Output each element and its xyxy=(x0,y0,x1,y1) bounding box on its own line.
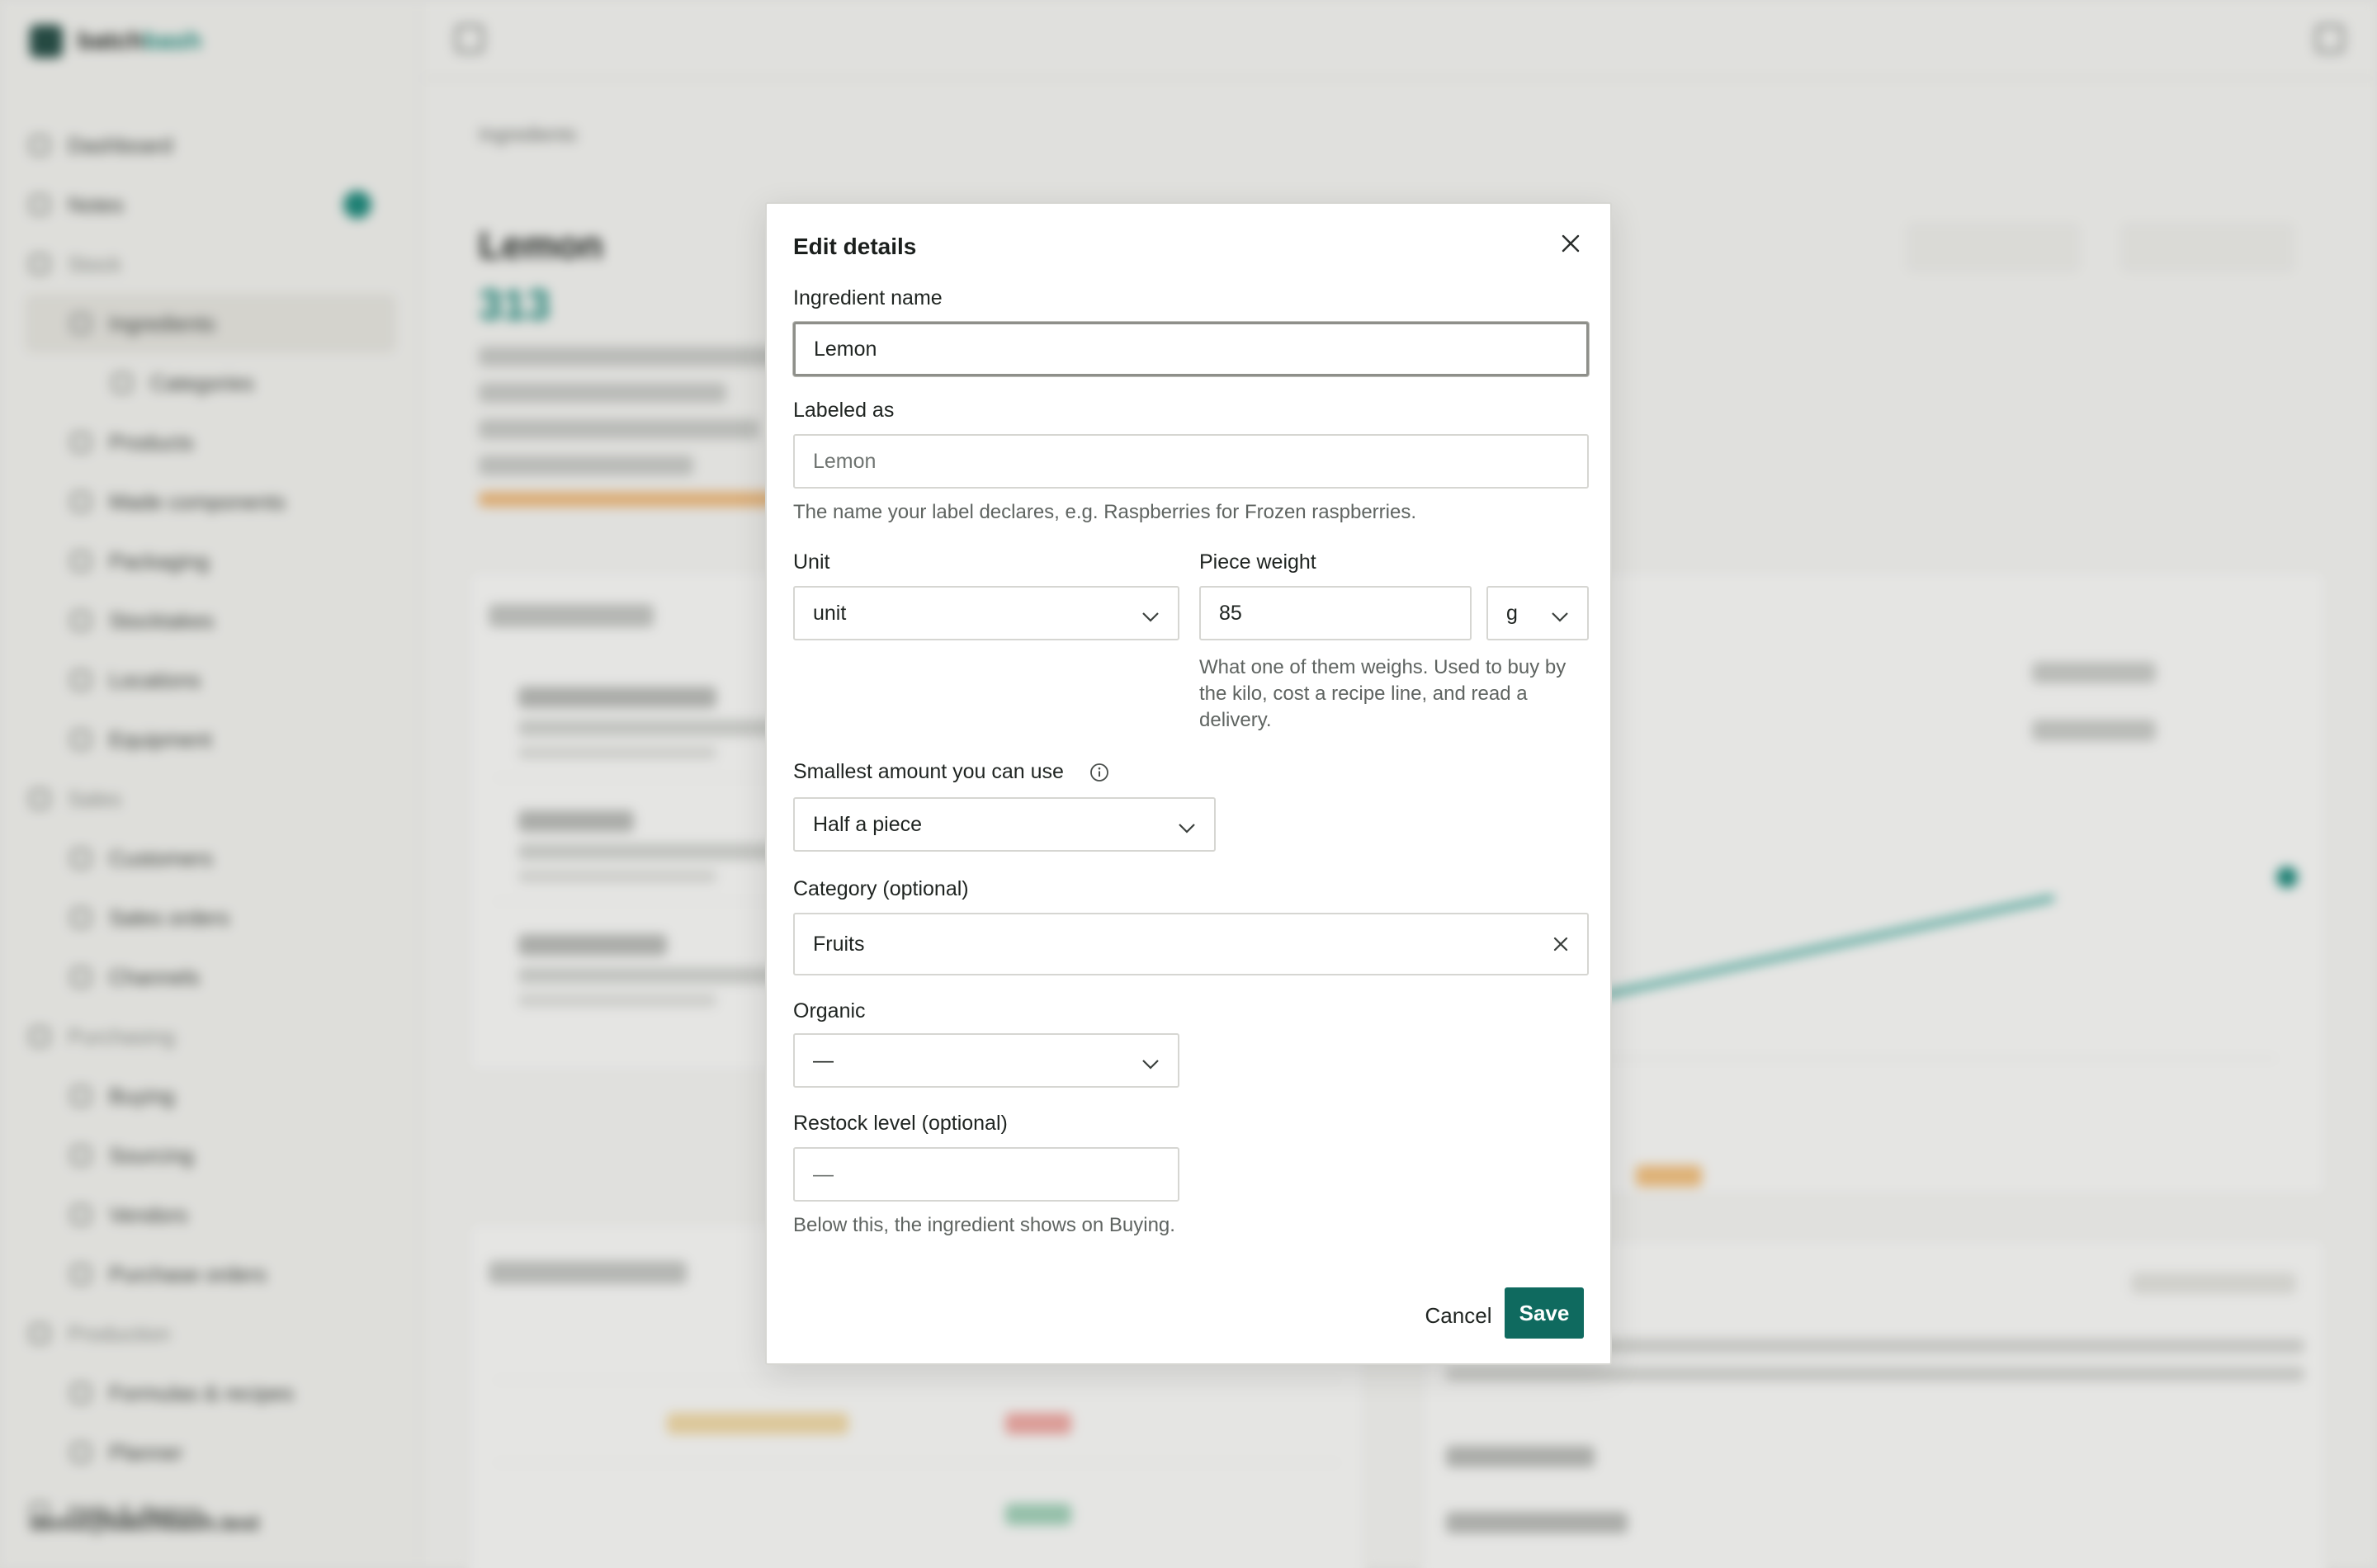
smallest-amount-select[interactable]: Half a piece xyxy=(793,797,1216,852)
labeled-as-placeholder: Lemon xyxy=(813,449,877,473)
chevron-down-icon xyxy=(1178,816,1196,840)
edit-details-dialog: Edit details Ingredient name Lemon Label… xyxy=(765,202,1612,1365)
ingredient-name-input[interactable]: Lemon xyxy=(793,322,1589,376)
info-icon[interactable] xyxy=(1089,763,1109,786)
chevron-down-icon xyxy=(1141,1052,1160,1076)
category-label: Category (optional) xyxy=(793,877,969,900)
cancel-button[interactable]: Cancel xyxy=(1396,1290,1520,1341)
ingredient-name-label: Ingredient name xyxy=(793,286,943,309)
piece-weight-label: Piece weight xyxy=(1199,550,1316,574)
labeled-as-label: Labeled as xyxy=(793,399,895,422)
piece-weight-value: 85 xyxy=(1219,601,1242,625)
category-value: Fruits xyxy=(813,932,865,956)
close-icon[interactable] xyxy=(1556,229,1585,258)
smallest-amount-value: Half a piece xyxy=(813,812,923,836)
smallest-amount-label: Smallest amount you can use xyxy=(793,760,1064,783)
clear-icon[interactable] xyxy=(1549,933,1572,961)
restock-level-help: Below this, the ingredient shows on Buyi… xyxy=(793,1214,1175,1236)
labeled-as-input[interactable]: Lemon xyxy=(793,434,1589,489)
unit-value: unit xyxy=(813,601,847,625)
piece-weight-help: What one of them weighs. Used to buy by … xyxy=(1199,656,1567,731)
save-button[interactable]: Save xyxy=(1505,1287,1584,1339)
organic-label: Organic xyxy=(793,999,866,1023)
piece-weight-unit-value: g xyxy=(1506,601,1518,625)
restock-level-label: Restock level (optional) xyxy=(793,1112,1008,1135)
piece-weight-input[interactable]: 85 xyxy=(1199,586,1472,640)
piece-weight-unit-select[interactable]: g xyxy=(1486,586,1589,640)
category-combobox[interactable]: Fruits xyxy=(793,913,1589,975)
ingredient-name-value: Lemon xyxy=(814,337,877,361)
restock-level-input[interactable]: — xyxy=(793,1147,1179,1202)
chevron-down-icon xyxy=(1551,605,1569,629)
chevron-down-icon xyxy=(1141,605,1160,629)
organic-value: — xyxy=(813,1048,834,1072)
dialog-title: Edit details xyxy=(793,234,917,259)
unit-select[interactable]: unit xyxy=(793,586,1179,640)
organic-select[interactable]: — xyxy=(793,1033,1179,1088)
labeled-as-help: The name your label declares, e.g. Raspb… xyxy=(793,501,1417,523)
unit-label: Unit xyxy=(793,550,830,574)
restock-level-placeholder: — xyxy=(813,1162,834,1186)
